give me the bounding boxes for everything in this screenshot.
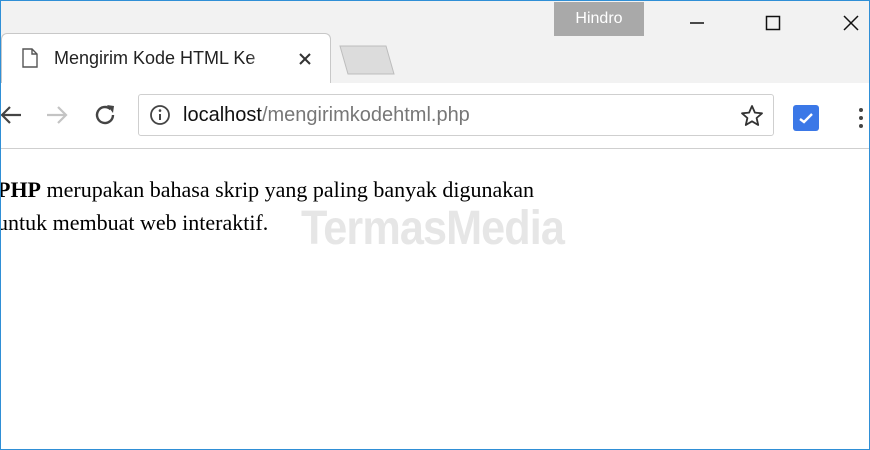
profile-badge[interactable]: Hindro <box>554 2 644 36</box>
page-icon <box>22 48 38 73</box>
close-window-button[interactable] <box>831 9 869 37</box>
watermark-text: TermasMedia <box>301 202 565 255</box>
maximize-icon <box>765 15 781 31</box>
url-host: localhost <box>183 104 262 126</box>
close-icon <box>843 15 859 31</box>
address-bar[interactable]: localhost/mengirimkodehtml.php <box>138 94 774 136</box>
menu-dot <box>859 124 863 128</box>
new-tab-button[interactable] <box>338 45 396 75</box>
star-icon <box>741 105 763 126</box>
extension-check-icon <box>799 113 813 124</box>
minimize-button[interactable] <box>677 9 717 37</box>
back-arrow-icon <box>1 106 21 124</box>
reload-button[interactable] <box>89 99 121 131</box>
tab-title: Mengirim Kode HTML Ke <box>54 48 256 68</box>
minimize-icon <box>690 22 704 24</box>
title-bar: Hindro Mengirim Kode HTML Ke <box>1 1 869 83</box>
bold-word: PHP <box>0 177 41 202</box>
browser-window: Hindro Mengirim Kode HTML Ke localhost/m… <box>0 0 870 450</box>
tab-close-button[interactable] <box>294 48 316 70</box>
toolbar: localhost/mengirimkodehtml.php <box>1 83 869 149</box>
url-path: /mengirimkodehtml.php <box>261 104 470 126</box>
back-button[interactable] <box>1 99 27 131</box>
text-line-1: merupakan bahasa skrip yang paling banya… <box>41 177 535 202</box>
bookmark-star-button[interactable] <box>737 101 767 131</box>
close-icon <box>299 53 311 65</box>
reload-icon <box>95 105 115 125</box>
forward-button[interactable] <box>41 99 73 131</box>
menu-dot <box>859 116 863 120</box>
kebab-menu-icon[interactable] <box>851 103 869 133</box>
menu-dot <box>859 108 863 112</box>
forward-arrow-icon <box>47 106 68 124</box>
url-text[interactable]: localhost/mengirimkodehtml.php <box>183 104 470 127</box>
new-tab-icon <box>339 45 395 75</box>
info-icon[interactable] <box>149 104 171 131</box>
tab-active[interactable]: Mengirim Kode HTML Ke <box>1 33 331 83</box>
maximize-button[interactable] <box>753 9 793 37</box>
extension-button[interactable] <box>793 105 819 131</box>
